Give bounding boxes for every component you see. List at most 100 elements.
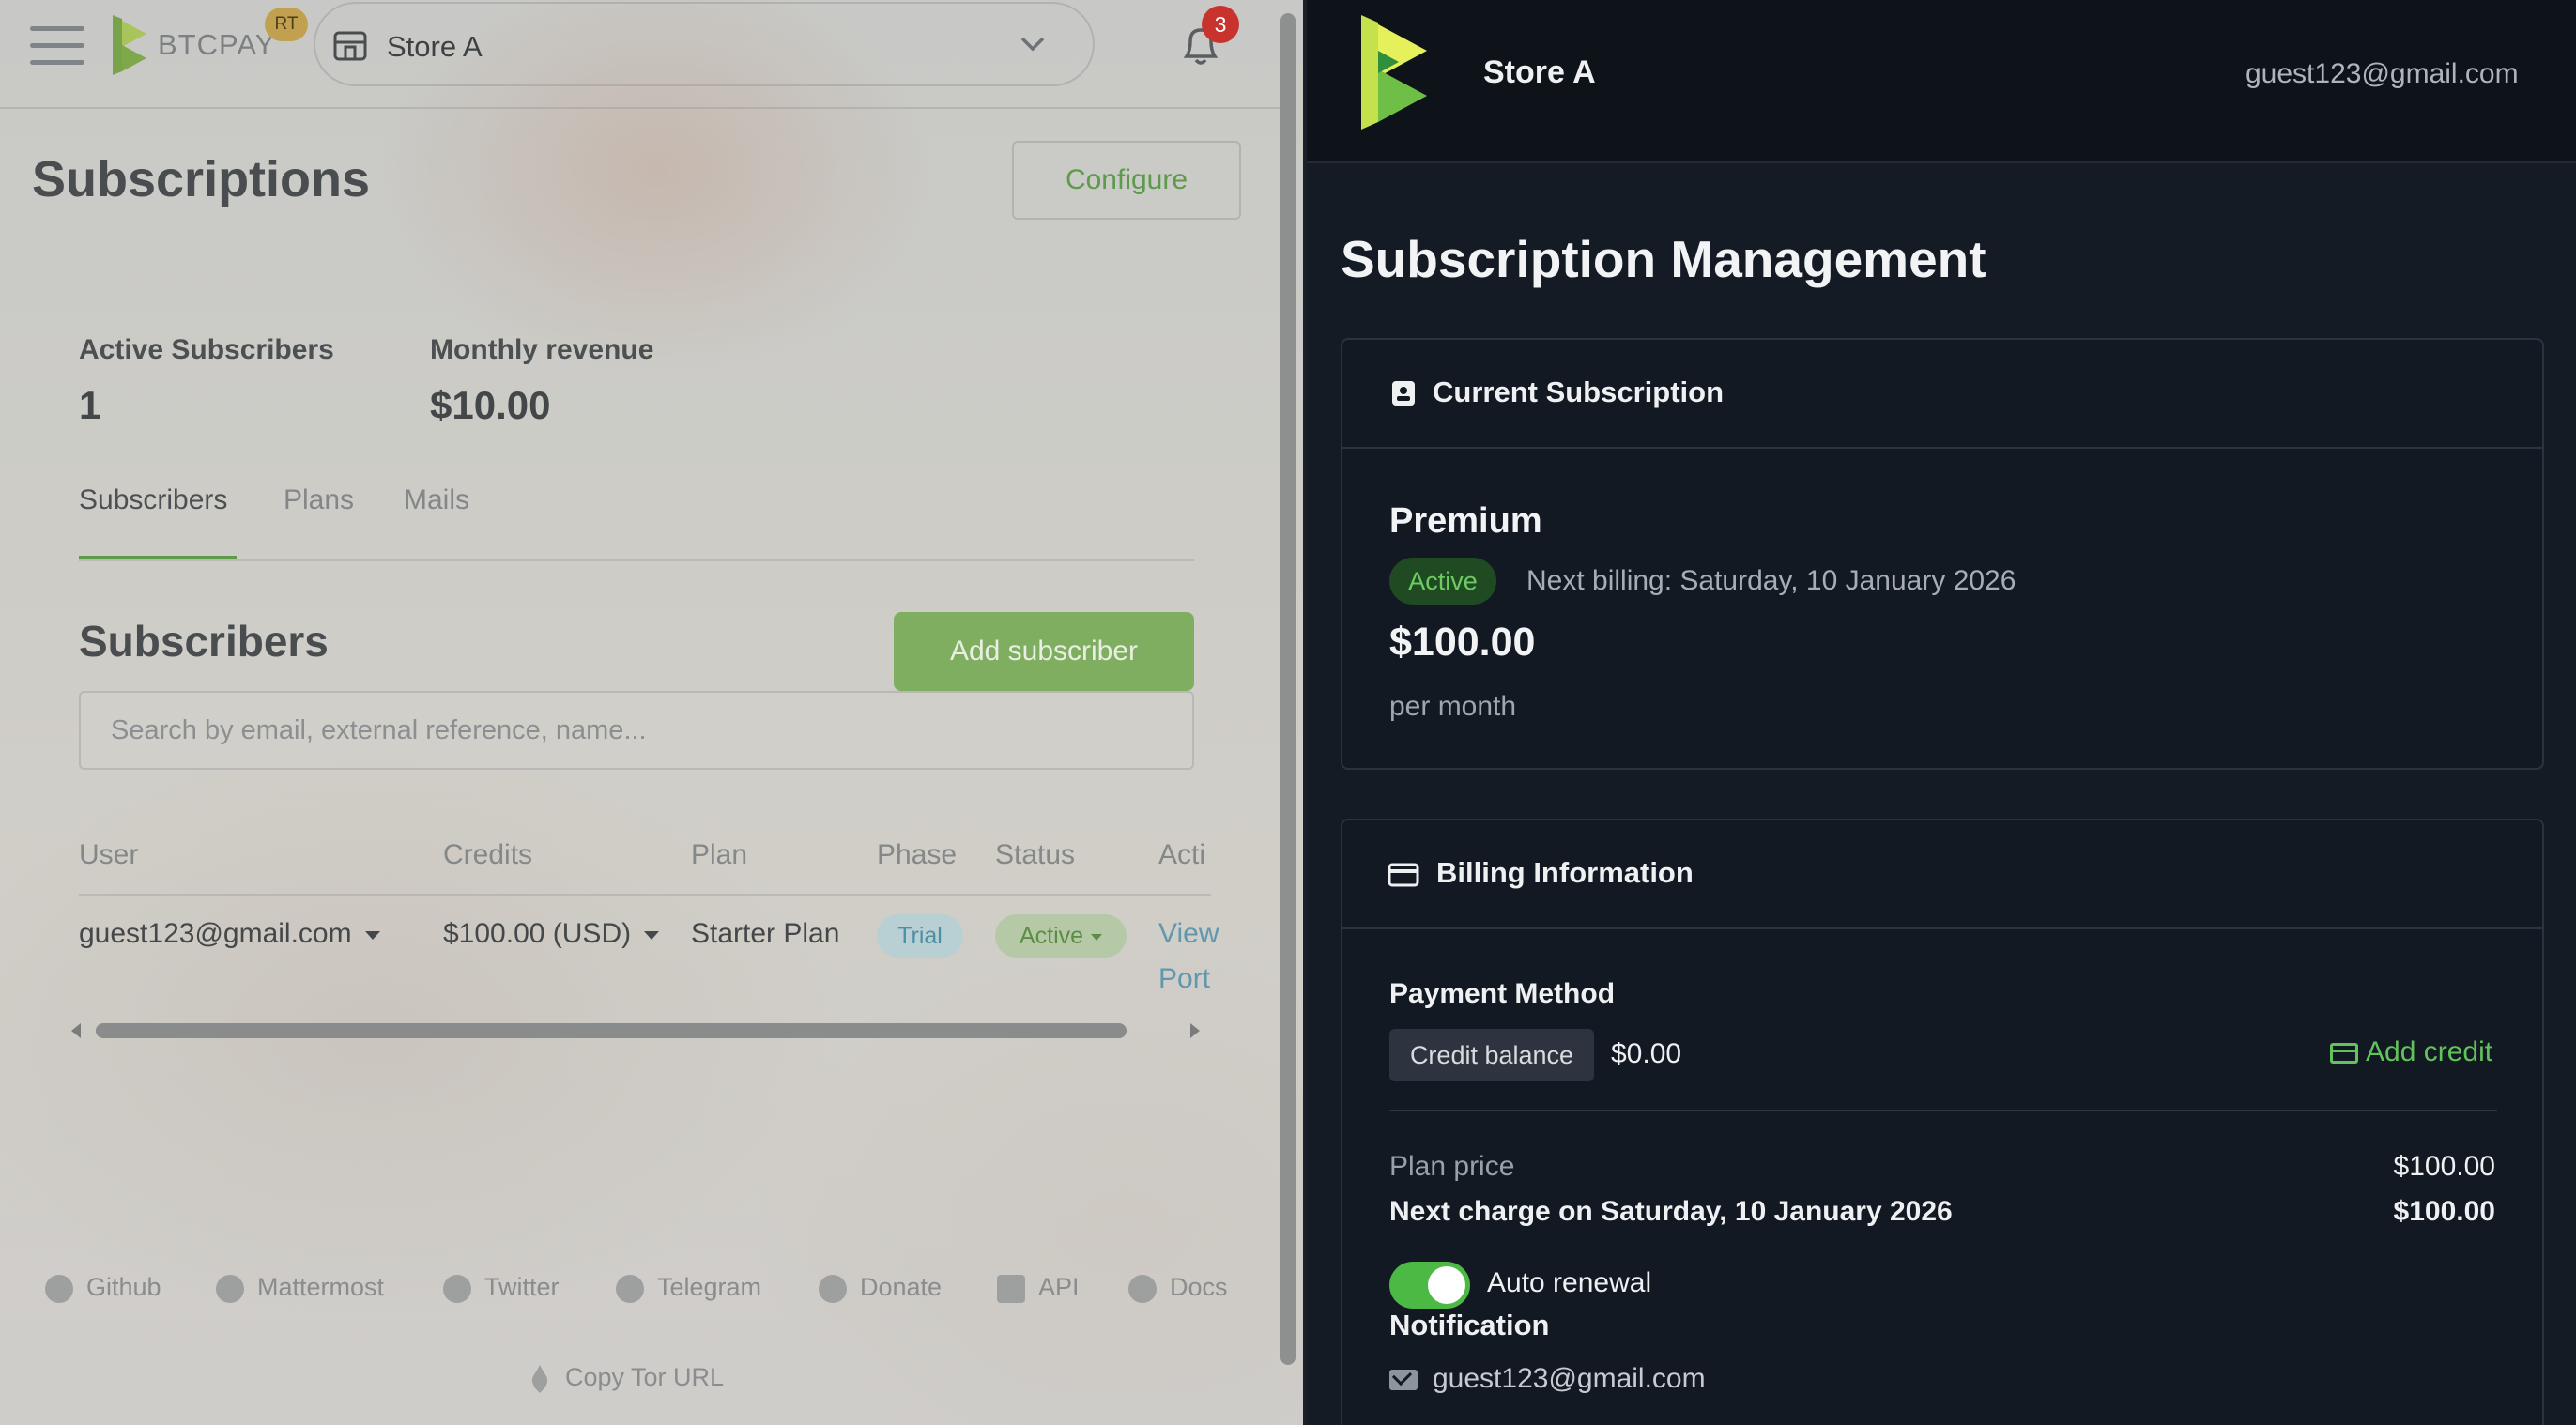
active-subscribers-label: Active Subscribers xyxy=(79,334,334,365)
btcpay-logo-icon[interactable] xyxy=(109,13,150,77)
portal-store-name: Store A xyxy=(1483,54,1596,90)
customer-portal: Store A guest123@gmail.com Subscription … xyxy=(1307,0,2576,1425)
subscribers-section-title: Subscribers xyxy=(79,617,329,666)
copy-tor-url-label: Copy Tor URL xyxy=(565,1363,725,1392)
column-header-credits[interactable]: Credits xyxy=(443,839,532,871)
tab-subscribers[interactable]: Subscribers xyxy=(79,484,227,516)
footer-label: Docs xyxy=(1170,1273,1228,1301)
column-header-status[interactable]: Status xyxy=(995,839,1075,871)
footer-label: Donate xyxy=(860,1273,943,1301)
footer-link-docs[interactable]: Docs xyxy=(1128,1273,1228,1303)
next-charge-label: Next charge on Saturday, 10 January 2026 xyxy=(1389,1196,1953,1227)
card-header: Current Subscription xyxy=(1342,340,2542,449)
monthly-revenue-label: Monthly revenue xyxy=(430,334,654,365)
view-link[interactable]: View xyxy=(1158,918,1219,950)
footer-label: Telegram xyxy=(657,1273,762,1301)
subscription-status-badge: Active xyxy=(1389,558,1496,605)
user-email: guest123@gmail.com xyxy=(79,918,352,949)
subscription-price: $100.00 xyxy=(1389,620,1536,665)
page-title: Subscriptions xyxy=(32,151,371,207)
column-header-phase[interactable]: Phase xyxy=(877,839,957,871)
phase-badge: Trial xyxy=(877,914,963,958)
twitter-icon xyxy=(443,1274,471,1303)
footer-link-donate[interactable]: Donate xyxy=(819,1273,942,1303)
search-input[interactable] xyxy=(79,691,1194,770)
chevron-down-icon xyxy=(1020,37,1045,52)
credit-balance-badge: Credit balance xyxy=(1389,1029,1594,1081)
add-credit-label: Add credit xyxy=(2366,1036,2493,1067)
credit-balance-value: $0.00 xyxy=(1611,1038,1682,1069)
footer-link-api[interactable]: API xyxy=(997,1273,1080,1303)
footer-link-mattermost[interactable]: Mattermost xyxy=(216,1273,384,1303)
credit-card-icon xyxy=(1388,863,1419,887)
footer-label: Twitter xyxy=(484,1273,560,1301)
portal-user-email: guest123@gmail.com xyxy=(2246,58,2519,89)
store-selector[interactable]: Store A xyxy=(314,2,1095,86)
btcpay-logo-icon xyxy=(1361,15,1427,130)
notification-label: Notification xyxy=(1389,1309,1550,1341)
plan-price-value: $100.00 xyxy=(2393,1151,2495,1182)
portal-link[interactable]: Port xyxy=(1158,963,1210,995)
credit-card-icon xyxy=(2330,1043,2358,1065)
plan-price-label: Plan price xyxy=(1389,1151,1515,1182)
user-dropdown[interactable]: guest123@gmail.com xyxy=(79,918,380,950)
store-icon xyxy=(333,31,367,61)
brand-name: BTCPAY xyxy=(158,28,276,61)
store-selector-label: Store A xyxy=(387,30,483,63)
status-dropdown[interactable]: Active xyxy=(995,914,1127,958)
question-icon xyxy=(1128,1274,1157,1303)
column-header-actions[interactable]: Acti xyxy=(1158,839,1205,871)
column-header-user[interactable]: User xyxy=(79,839,138,871)
billing-information-header: Billing Information xyxy=(1436,856,1694,889)
menu-icon[interactable] xyxy=(30,26,84,66)
scroll-left-arrow[interactable] xyxy=(71,1023,81,1038)
tab-divider xyxy=(79,559,1194,561)
heart-icon xyxy=(819,1274,847,1303)
portal-header: Store A guest123@gmail.com xyxy=(1307,0,2576,163)
credits-value: $100.00 (USD) xyxy=(443,918,632,949)
active-tab-indicator xyxy=(79,556,237,559)
brand-badge: RT xyxy=(265,8,308,41)
vertical-scrollbar[interactable] xyxy=(1280,13,1296,1365)
credits-dropdown[interactable]: $100.00 (USD) xyxy=(443,918,660,950)
footer-link-twitter[interactable]: Twitter xyxy=(443,1273,560,1303)
notification-email: guest123@gmail.com xyxy=(1433,1363,1706,1394)
active-subscribers-value: 1 xyxy=(79,383,101,427)
envelope-icon xyxy=(1389,1370,1418,1391)
add-credit-button[interactable]: Add credit xyxy=(2330,1036,2492,1068)
next-charge-value: $100.00 xyxy=(2393,1196,2495,1227)
column-header-plan[interactable]: Plan xyxy=(691,839,747,871)
scroll-right-arrow[interactable] xyxy=(1190,1023,1200,1038)
billing-information-card: Billing Information Payment Method Credi… xyxy=(1341,819,2544,1425)
monthly-revenue-value: $10.00 xyxy=(430,383,551,427)
api-icon xyxy=(997,1274,1025,1303)
status-label: Active xyxy=(1019,923,1084,949)
configure-button[interactable]: Configure xyxy=(1012,141,1241,220)
plan-name: Starter Plan xyxy=(691,918,840,949)
copy-tor-url-link[interactable]: Copy Tor URL xyxy=(528,1363,724,1395)
card-header: Billing Information xyxy=(1342,820,2542,929)
subscription-plan-name: Premium xyxy=(1389,501,1542,541)
table-header-divider xyxy=(79,894,1211,896)
tab-plans[interactable]: Plans xyxy=(284,484,354,516)
portal-title: Subscription Management xyxy=(1341,230,1986,288)
admin-panel: BTCPAY RT Store A 3 Subscriptions Config… xyxy=(0,0,1303,1425)
footer-label: Mattermost xyxy=(257,1273,385,1301)
current-subscription-header: Current Subscription xyxy=(1433,375,1725,408)
subscription-icon xyxy=(1392,381,1415,406)
footer-label: API xyxy=(1038,1273,1080,1301)
footer-link-github[interactable]: Github xyxy=(45,1273,161,1303)
notification-count-badge: 3 xyxy=(1202,6,1239,43)
auto-renewal-toggle[interactable] xyxy=(1389,1262,1470,1309)
caret-down-icon xyxy=(364,930,380,940)
caret-down-icon xyxy=(1091,933,1103,941)
tab-mails[interactable]: Mails xyxy=(404,484,469,516)
add-subscriber-button[interactable]: Add subscriber xyxy=(894,612,1194,691)
footer-link-telegram[interactable]: Telegram xyxy=(616,1273,761,1303)
footer-label: Github xyxy=(86,1273,161,1301)
auto-renewal-label: Auto renewal xyxy=(1487,1267,1652,1298)
telegram-icon xyxy=(616,1274,644,1303)
horizontal-scrollbar[interactable] xyxy=(96,1023,1127,1038)
notification-email-row: guest123@gmail.com xyxy=(1389,1363,1706,1395)
mattermost-icon xyxy=(216,1274,244,1303)
